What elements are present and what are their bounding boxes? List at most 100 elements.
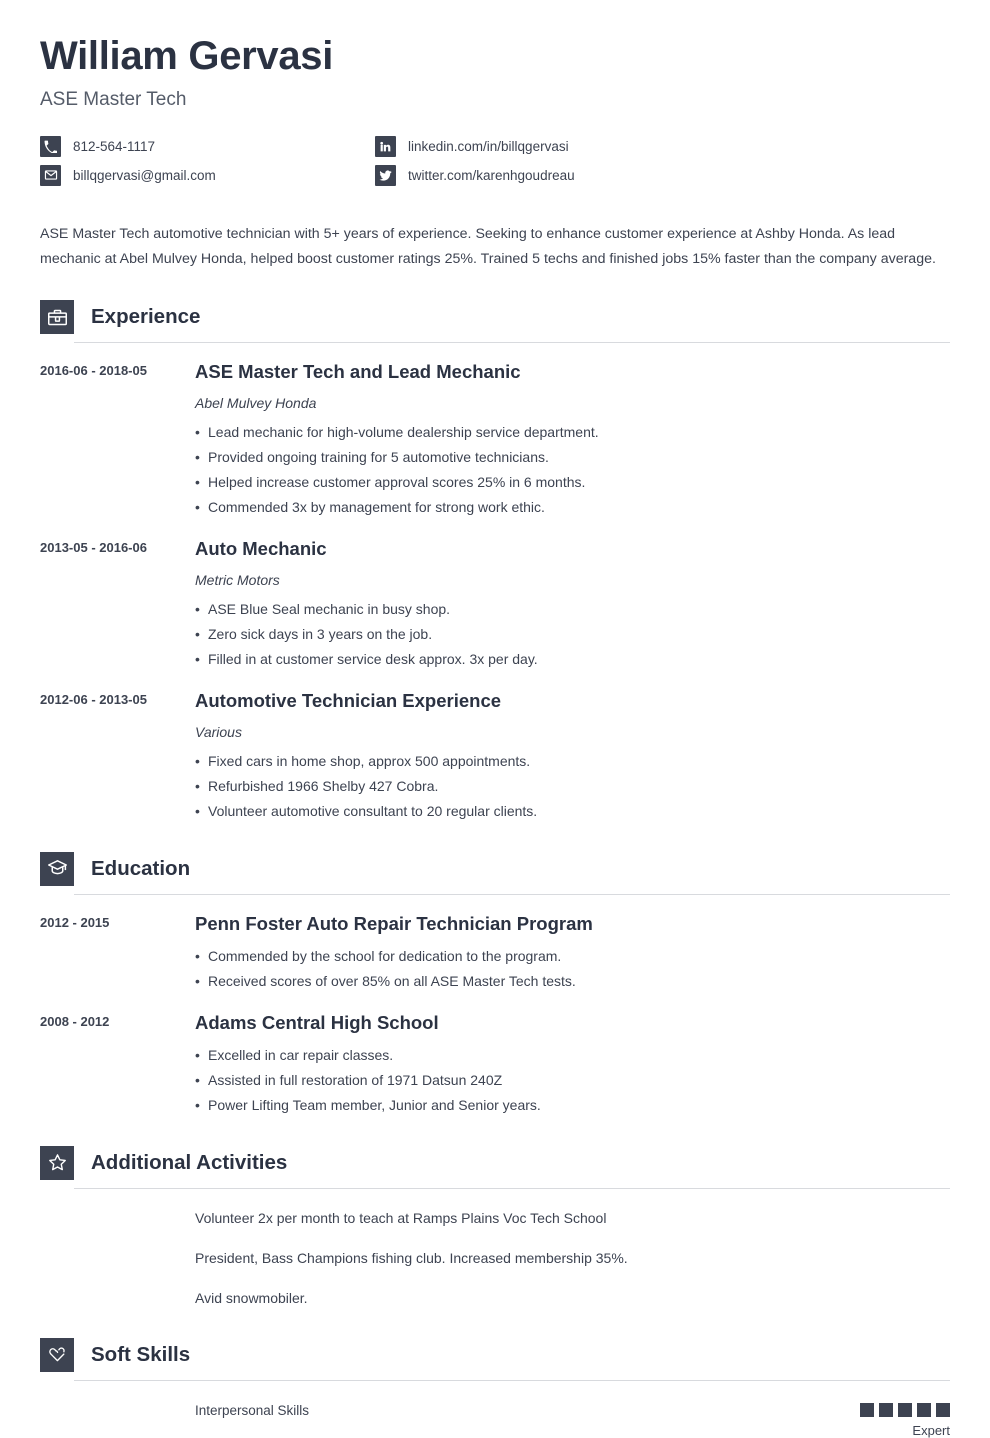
contact-phone[interactable]: 812-564-1117: [40, 135, 375, 157]
section-divider: [74, 893, 950, 895]
rating-pip: [898, 1402, 912, 1417]
bullet-item: • Zero sick days in 3 years on the job.: [195, 622, 950, 647]
bullet-text: Assisted in full restoration of 1971 Dat…: [208, 1071, 503, 1088]
entry-bullets: • ASE Blue Seal mechanic in busy shop. • Z…: [195, 597, 950, 672]
section-divider: [74, 1187, 950, 1189]
section-title-soft-skills: Soft Skills: [91, 1342, 191, 1366]
contact-email-text: billqgervasi@gmail.com: [73, 167, 216, 183]
candidate-name: William Gervasi: [40, 34, 334, 78]
activity-line: President, Bass Champions fishing club. …: [195, 1249, 628, 1266]
bullet-text: Zero sick days in 3 years on the job.: [208, 626, 433, 643]
bullet-text: Lead mechanic for high-volume dealership…: [208, 424, 599, 441]
activities-list: Volunteer 2x per month to teach at Ramps…: [40, 1207, 950, 1310]
entry-body: Automotive Technician Experience Various…: [195, 689, 950, 824]
bullet-dot: •: [195, 474, 200, 491]
professional-summary: ASE Master Tech automotive technician wi…: [40, 225, 936, 268]
skill-rating-pips: [860, 1402, 950, 1417]
bullet-item: • Assisted in full restoration of 1971 Da…: [195, 1068, 950, 1093]
email-icon: [40, 164, 61, 186]
entry-title: ASE Master Tech and Lead Mechanic: [195, 361, 521, 383]
section-title-experience: Experience: [91, 305, 201, 329]
bullet-dot: •: [195, 753, 200, 770]
activity-line: Volunteer 2x per month to teach at Ramps…: [195, 1209, 607, 1226]
contact-email[interactable]: billqgervasi@gmail.com: [40, 164, 375, 186]
section-title-education: Education: [91, 856, 191, 880]
bullet-text: Received scores of over 85% on all ASE M…: [208, 972, 576, 989]
candidate-job-title: ASE Master Tech: [40, 88, 187, 110]
section-soft-skills: Soft Skills Interpersonal Skills Expert: [40, 1337, 950, 1438]
bullet-text: Commended 3x by management for strong wo…: [208, 499, 545, 516]
contact-twitter[interactable]: twitter.com/karenhgoudreau: [375, 164, 950, 186]
bullet-item: • Volunteer automotive consultant to 20 r…: [195, 799, 950, 824]
bullet-item: • Fixed cars in home shop, approx 500 app…: [195, 749, 950, 774]
contact-twitter-text: twitter.com/karenhgoudreau: [408, 167, 575, 183]
contact-linkedin[interactable]: linkedin.com/in/billqgervasi: [375, 135, 950, 157]
skill-level-label: Expert: [912, 1422, 950, 1438]
bullet-text: ASE Blue Seal mechanic in busy shop.: [208, 601, 451, 618]
section-education: Education 2012 - 2015 Penn Foster Auto R…: [40, 851, 950, 1118]
entry-title: Penn Foster Auto Repair Technician Progr…: [195, 912, 593, 934]
resume-header: William Gervasi ASE Master Tech 812-564-…: [40, 0, 950, 186]
experience-entry: 2012-06 - 2013-05 Automotive Technician …: [40, 689, 950, 824]
education-entry: 2012 - 2015 Penn Foster Auto Repair Tech…: [40, 912, 950, 994]
entry-employer: Various: [195, 724, 242, 741]
bullet-dot: •: [195, 802, 200, 819]
section-title-activities: Additional Activities: [91, 1150, 288, 1174]
twitter-icon: [375, 164, 396, 186]
entry-body: Penn Foster Auto Repair Technician Progr…: [195, 912, 950, 994]
education-entry: 2008 - 2012 Adams Central High School • E…: [40, 1011, 950, 1118]
bullet-item: • Commended 3x by management for strong w…: [195, 495, 950, 520]
entry-date: 2016-06 - 2018-05: [40, 363, 147, 379]
bullet-item: • Received scores of over 85% on all ASE …: [195, 969, 950, 994]
contact-linkedin-text: linkedin.com/in/billqgervasi: [408, 138, 569, 154]
section-additional-activities: Additional Activities Volunteer 2x per m…: [40, 1145, 950, 1310]
section-header-experience: Experience: [40, 300, 950, 335]
briefcase-icon: [40, 300, 74, 335]
bullet-item: • Lead mechanic for high-volume dealershi…: [195, 420, 950, 445]
bullet-text: Filled in at customer service desk appro…: [208, 651, 538, 668]
entry-title: Adams Central High School: [195, 1011, 439, 1033]
entry-employer: Metric Motors: [195, 572, 280, 589]
bullet-dot: •: [195, 1096, 200, 1113]
entry-date: 2008 - 2012: [40, 1013, 110, 1029]
bullet-text: Excelled in car repair classes.: [208, 1046, 394, 1063]
activities-spacer: [40, 1207, 195, 1310]
heart-hands-icon: [40, 1337, 74, 1372]
entry-date: 2013-05 - 2016-06: [40, 540, 147, 556]
bullet-text: Provided ongoing training for 5 automoti…: [208, 449, 549, 466]
section-divider: [74, 342, 950, 344]
entry-bullets: • Fixed cars in home shop, approx 500 app…: [195, 749, 950, 824]
bullet-dot: •: [195, 777, 200, 794]
entry-title: Auto Mechanic: [195, 538, 327, 560]
bullet-item: • Refurbished 1966 Shelby 427 Cobra.: [195, 774, 950, 799]
bullet-dot: •: [195, 947, 200, 964]
entry-date: 2012 - 2015: [40, 914, 110, 930]
bullet-text: Fixed cars in home shop, approx 500 appo…: [208, 753, 531, 770]
bullet-item: • Commended by the school for dedication …: [195, 944, 950, 969]
experience-entry: 2016-06 - 2018-05 ASE Master Tech and Le…: [40, 360, 950, 520]
bullet-text: Refurbished 1966 Shelby 427 Cobra.: [208, 777, 439, 794]
contact-phone-text: 812-564-1117: [73, 138, 156, 154]
bullet-text: Power Lifting Team member, Junior and Se…: [208, 1096, 541, 1113]
entry-body: Auto Mechanic Metric Motors • ASE Blue Se…: [195, 537, 950, 672]
bullet-item: • Filled in at customer service desk appr…: [195, 647, 950, 672]
experience-entry: 2013-05 - 2016-06 Auto Mechanic Metric M…: [40, 537, 950, 672]
linkedin-icon: [375, 135, 396, 157]
bullet-dot: •: [195, 424, 200, 441]
bullet-item: • Provided ongoing training for 5 automot…: [195, 445, 950, 470]
rating-pip: [917, 1402, 931, 1417]
bullet-item: • Power Lifting Team member, Junior and S…: [195, 1093, 950, 1118]
bullet-text: Commended by the school for dedication t…: [208, 947, 562, 964]
bullet-dot: •: [195, 972, 200, 989]
entry-bullets: • Commended by the school for dedication …: [195, 944, 950, 994]
bullet-dot: •: [195, 626, 200, 643]
rating-pip: [860, 1402, 874, 1417]
bullet-dot: •: [195, 1046, 200, 1063]
entry-bullets: • Lead mechanic for high-volume dealershi…: [195, 420, 950, 520]
bullet-text: Volunteer automotive consultant to 20 re…: [208, 802, 538, 819]
section-header-education: Education: [40, 851, 950, 886]
section-header-soft-skills: Soft Skills: [40, 1337, 950, 1372]
phone-icon: [40, 135, 61, 157]
bullet-text: Helped increase customer approval scores…: [208, 474, 586, 491]
activity-line: Avid snowmobiler.: [195, 1290, 308, 1307]
